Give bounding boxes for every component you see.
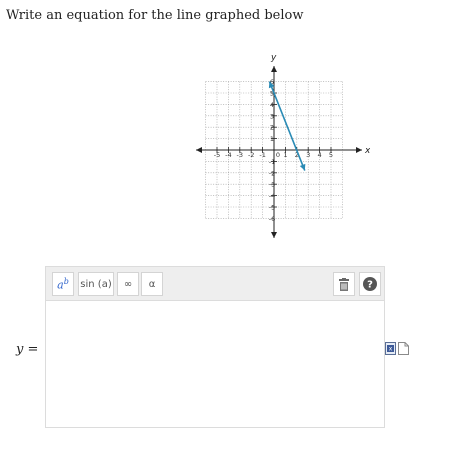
y-tick-label: -5: [269, 204, 275, 212]
y-axis-arrow-up: [271, 66, 277, 72]
trash-icon: [339, 277, 349, 291]
answer-side-icons: x: [385, 342, 411, 356]
infinity-label: ∞: [123, 278, 133, 290]
help-icon: ?: [363, 277, 377, 291]
math-toolbar: ab sin (a) ∞ α ?: [45, 266, 385, 301]
svg-text:x: x: [389, 346, 393, 353]
superscript-exp: b: [63, 276, 69, 286]
y-tick-label: 3: [270, 112, 274, 120]
x-axis-label: x: [364, 146, 370, 156]
y-axis-label: y: [270, 53, 277, 63]
trash-button[interactable]: [333, 272, 355, 296]
y-tick-label: -4: [269, 192, 275, 200]
graph-svg: xy-5 -4 -3 -2 -1 0 1 2 3 4 5654321-1-2-3-4-5-6: [196, 53, 370, 238]
x-tick-label: 0: [276, 151, 280, 159]
equals-sign: =: [27, 342, 39, 357]
x-tick-label: -3: [237, 151, 243, 159]
help-glyph: ?: [367, 280, 373, 291]
x-tick-label: 1: [283, 151, 287, 159]
superscript-button[interactable]: ab: [52, 272, 74, 296]
x-tick-label: -4: [225, 151, 231, 159]
x-tick-label: 4: [318, 151, 322, 159]
line-graph: x y -5 -4 -3 -2 -1 0 1 2 3 4 5 6 5 4 3 2 1 -1 -2 -3 -4 -5 -6: [192, 50, 370, 245]
x-tick-label: -2: [248, 151, 254, 159]
x-tick-label: -1: [259, 151, 265, 159]
y-tick-label: -1: [269, 158, 275, 166]
alpha-button[interactable]: α: [141, 272, 163, 296]
question-text: Write an equation for the line graphed b…: [6, 8, 304, 23]
formula-icon[interactable]: x: [385, 342, 396, 355]
answer-input[interactable]: [45, 300, 385, 428]
sin-button[interactable]: sin (a): [78, 272, 114, 296]
x-tick-label: 5: [329, 151, 333, 159]
y-tick-label: -2: [269, 169, 275, 177]
x-tick-label: 3: [306, 151, 310, 159]
y-tick-label: -3: [269, 181, 275, 189]
sin-label: sin (a): [80, 278, 112, 290]
x-axis-arrow-left: [196, 147, 202, 153]
y-tick-label: 4: [270, 101, 274, 109]
x-axis-arrow-right: [356, 147, 362, 153]
y-tick-label: 2: [270, 124, 274, 132]
answer-label: y =: [16, 342, 38, 357]
y-tick-label: 1: [270, 135, 274, 143]
x-tick-label: -5: [214, 151, 220, 159]
y-axis-arrow-down: [271, 232, 277, 238]
help-button[interactable]: ?: [359, 272, 381, 296]
infinity-button[interactable]: ∞: [117, 272, 139, 296]
y-tick-label: -6: [269, 215, 275, 223]
file-icon[interactable]: [398, 342, 409, 355]
alpha-label: α: [148, 278, 156, 290]
answer-prefix: y: [16, 342, 24, 357]
